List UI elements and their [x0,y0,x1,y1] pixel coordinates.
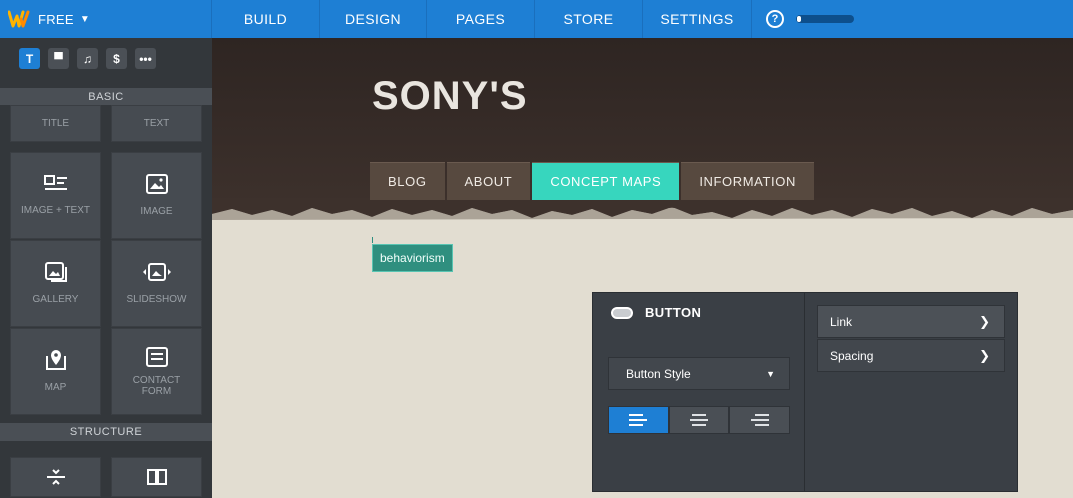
map-pin-icon [45,350,66,370]
element-category-tabs: T ▀ ♫ $ ••• [0,38,212,88]
spacing-option[interactable]: Spacing ❯ [817,339,1005,372]
panel-title: BUTTON [611,305,701,320]
tile-slideshow[interactable]: SLIDESHOW [111,240,202,327]
nav-build[interactable]: BUILD [212,0,320,38]
behaviorism-button[interactable]: behaviorism [372,244,453,272]
spacing-option-label: Spacing [830,348,874,363]
chevron-down-icon: ▼ [766,368,775,379]
tile-text[interactable]: TEXT [111,105,202,142]
tile-contact-form[interactable]: CONTACT FORM [111,328,202,415]
align-center-button[interactable] [668,406,730,434]
button-icon [611,306,633,319]
plan-label[interactable]: FREE [38,12,74,27]
tile-label: SLIDESHOW [126,294,187,305]
basic-header-label: BASIC [88,90,124,103]
tile-label: CONTACT FORM [132,374,181,397]
more-icon[interactable]: ••• [135,48,156,69]
image-text-icon [43,175,67,190]
panel-main-section: BUTTON Button Style ▼ [593,293,805,491]
tile-map[interactable]: MAP [10,328,101,415]
torn-edge-divider [212,198,1073,220]
alignment-group [608,406,791,434]
tile-label: MAP [44,382,67,393]
music-icon[interactable]: ♫ [77,48,98,69]
site-nav-about[interactable]: ABOUT [446,162,531,200]
site-nav: BLOG ABOUT CONCEPT MAPS INFORMATION [370,162,816,200]
chevron-right-icon: ❯ [979,313,990,329]
tile-title[interactable]: TITLE [10,105,101,142]
structure-elements-grid [0,457,212,497]
align-left-button[interactable] [608,406,669,434]
nav-pages[interactable]: PAGES [427,0,535,38]
chevron-down-icon[interactable]: ▼ [80,14,90,25]
text-icon[interactable]: T [19,48,40,69]
help-area: ? [766,10,854,28]
layout-icon[interactable]: ▀ [48,48,69,69]
chevron-right-icon: ❯ [979,347,990,363]
basic-elements-grid: TITLE TEXT IMAGE + TEXT IMAGE GALLERY SL… [0,105,212,415]
align-left-icon [629,414,648,426]
button-settings-panel: BUTTON Button Style ▼ Link ❯ Spacing ❯ [592,292,1018,492]
tile-label: IMAGE + TEXT [21,205,90,216]
align-right-button[interactable] [729,406,791,434]
tile-columns[interactable] [111,457,202,497]
nav-settings[interactable]: SETTINGS [643,0,752,38]
site-nav-blog[interactable]: BLOG [370,162,445,200]
progress-fill [797,16,801,22]
help-icon[interactable]: ? [766,10,784,28]
main-nav: BUILD DESIGN PAGES STORE SETTINGS [212,0,752,38]
tile-label: IMAGE [140,206,173,217]
dollar-icon[interactable]: $ [106,48,127,69]
tile-label: TEXT [143,118,170,129]
button-style-select[interactable]: Button Style ▼ [608,357,790,390]
align-right-icon [750,414,769,426]
nav-store[interactable]: STORE [535,0,643,38]
structure-header-label: STRUCTURE [69,426,143,438]
structure-section-header: STRUCTURE [0,423,212,441]
panel-title-text: BUTTON [645,305,702,320]
gallery-icon [44,262,67,282]
panel-options-section: Link ❯ Spacing ❯ [805,293,1017,491]
image-icon [145,174,168,194]
tile-image[interactable]: IMAGE [111,152,202,239]
site-nav-concept-maps[interactable]: CONCEPT MAPS [532,162,680,200]
basic-section-header: BASIC [0,88,212,105]
top-bar: FREE ▼ BUILD DESIGN PAGES STORE SETTINGS… [0,0,1073,38]
form-icon [145,346,168,367]
nav-design[interactable]: DESIGN [320,0,427,38]
button-style-value: Button Style [626,366,691,381]
brand-area[interactable]: FREE ▼ [0,0,212,38]
site-nav-information[interactable]: INFORMATION [681,162,814,200]
selection-marker [372,237,373,243]
tile-image-text[interactable]: IMAGE + TEXT [10,152,101,239]
tile-label: TITLE [41,118,70,129]
link-option-label: Link [830,314,853,329]
tile-gallery[interactable]: GALLERY [10,240,101,327]
align-center-icon [690,414,708,426]
setup-progress-bar[interactable] [796,15,854,23]
element-sidebar: T ▀ ♫ $ ••• BASIC TITLE TEXT IMAGE + TEX… [0,38,212,498]
weebly-logo-icon [8,10,30,28]
site-title[interactable]: SONY'S [372,74,528,119]
divider-icon [46,469,65,485]
tile-divider[interactable] [10,457,101,497]
link-option[interactable]: Link ❯ [817,305,1005,338]
slideshow-icon [142,263,171,281]
columns-icon [146,469,167,485]
tile-label: GALLERY [32,294,79,305]
